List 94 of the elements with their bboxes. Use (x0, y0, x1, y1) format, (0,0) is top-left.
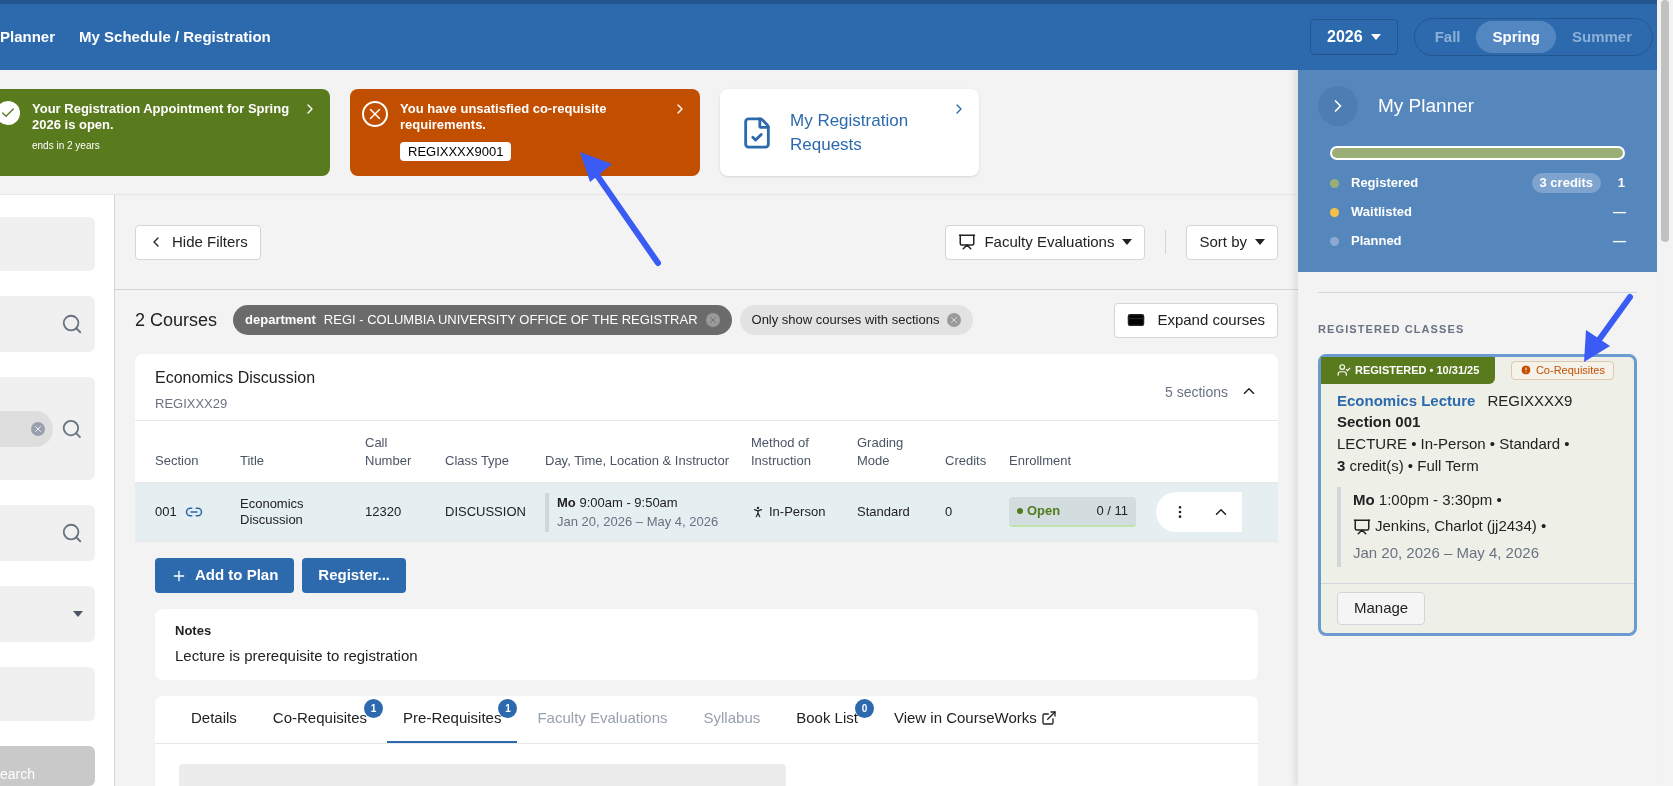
person-icon (751, 505, 765, 519)
nav-link[interactable]: My Schedule / Registration (79, 25, 271, 49)
table-cell-text: Standard (857, 503, 911, 522)
table-cell-text: DISCUSSION (445, 503, 527, 522)
add-to-plan-button[interactable]: Add to Plan (155, 558, 295, 593)
banner-message: Your Registration Appointment for Spring 2026 is open. (32, 101, 291, 134)
caret-icon (1122, 239, 1133, 245)
legend-label: Waitlisted (1351, 203, 1412, 222)
table-cell-text: 12320 (365, 503, 403, 522)
registered-status: REGISTERED • 10/31/25 (1321, 356, 1496, 384)
tab[interactable]: Co-Requisites 1 (256, 695, 384, 743)
column-header: Class Type (445, 452, 511, 470)
chip-value: REGI - COLUMBIA UNIVERSITY OFFICE OF THE REGISTRAR (323, 311, 698, 330)
class-link[interactable]: Economics Lecture (1337, 391, 1476, 411)
meeting-dates: Jan 20, 2026 – May 4, 2026 (1353, 544, 1540, 563)
search-field[interactable] (0, 377, 95, 481)
class-code: REGIXXXX9 (1487, 391, 1573, 411)
expand-courses-button[interactable]: Expand courses (1114, 302, 1278, 338)
seat-count: 0 / 11 (1096, 502, 1128, 521)
column-header: Title (240, 452, 266, 470)
warning-tag: Co-Requisites (1510, 360, 1614, 380)
faculty-evaluations-dropdown[interactable]: Faculty Evaluations (945, 224, 1146, 260)
manage-button[interactable]: Manage (1337, 591, 1426, 625)
legend-label: Registered (1351, 174, 1419, 193)
sort-by-dropdown[interactable]: Sort by (1186, 224, 1278, 260)
table-cell-text: Economics Discussion (240, 495, 305, 529)
column-header: Day, Time, Location & Instructor (545, 452, 730, 470)
search-icon (61, 522, 83, 545)
code-tag: REGIXXXX9001 (400, 141, 512, 161)
hide-filters-button[interactable]: Hide Filters (135, 224, 261, 260)
search-icon (61, 417, 83, 440)
meeting-dates: Jan 20, 2026 – May 4, 2026 (557, 513, 720, 531)
column-header: Method of Instruction (751, 434, 812, 470)
search-icon (61, 313, 83, 336)
section-row[interactable]: 001 Economics Discussion 12320 DISCUSSION Mo 9:00am - 9:50am Jan 20, 2026 – May 4, 2026 In-Person Standard 0 Open 0 / 11 (135, 482, 1278, 542)
nav-link[interactable]: Planner (0, 25, 56, 49)
column-header: Credits (945, 452, 988, 470)
meeting-time: Mo 1:00pm - 3:30pm • (1353, 490, 1503, 510)
banner-message: You have unsatisfied co-requisite requirements. (400, 101, 608, 134)
year-dropdown[interactable]: 2026 (1310, 19, 1398, 55)
meeting-time: Mo 9:00am - 9:50am (557, 493, 679, 512)
term-tab[interactable]: Spring (1476, 21, 1556, 53)
column-header: Section (155, 452, 200, 470)
notes-text: Lecture is prerequisite to registration (175, 645, 419, 666)
column-header: Enrollment (1009, 452, 1073, 470)
legend-count: — (1613, 232, 1625, 251)
course-count: 2 Courses (135, 308, 218, 332)
instructor-icon (1353, 517, 1371, 536)
caret-icon (1370, 34, 1381, 40)
error-banner[interactable]: You have unsatisfied co-requisite requirements. REGIXXXX9001 (350, 89, 700, 176)
credits-badge: 3 credits (1531, 173, 1601, 193)
card-icon (1127, 311, 1146, 329)
caret-icon (73, 611, 83, 618)
collapse-planner-button[interactable] (1318, 86, 1358, 126)
status-open: Open (1027, 502, 1061, 521)
chip-value: Only show courses with sections (751, 311, 940, 330)
tab[interactable]: View in CourseWorks (877, 695, 1073, 743)
section-label: REGISTERED CLASSES (1318, 322, 1466, 337)
table-cell-text: 001 (155, 503, 177, 522)
caret-icon (1255, 239, 1265, 245)
clear-icon[interactable] (31, 421, 46, 436)
legend-count: — (1613, 203, 1625, 222)
search-field[interactable] (0, 296, 95, 353)
legend-count: 1 (1616, 174, 1625, 193)
remove-chip-icon[interactable] (947, 313, 962, 327)
user-check-icon (1337, 363, 1351, 377)
course-title: Economics Discussion (155, 368, 316, 388)
section-number: Section 001 (1337, 413, 1422, 432)
notes-title: Notes (175, 622, 213, 640)
table-cell-text: In-Person (769, 503, 826, 522)
banner-subtext: ends in 2 years (32, 138, 101, 153)
search-field[interactable] (0, 505, 95, 562)
remove-chip-icon[interactable] (705, 313, 720, 327)
sections-count: 5 sections (1164, 383, 1228, 402)
table-cell-text: 0 (945, 503, 954, 522)
chip-key: department (245, 310, 316, 330)
dropdown-field[interactable] (0, 586, 95, 643)
instructor-name: Jenkins, Charlot (jj2434) • (1375, 517, 1547, 536)
class-credits: 3 credit(s) • Full Term (1337, 456, 1480, 476)
planner-title: My Planner (1378, 93, 1475, 118)
alert-icon (1519, 364, 1532, 376)
course-code: REGIXXX29 (155, 395, 229, 413)
presentation-icon (958, 233, 977, 251)
card-title: My Registration Requests (790, 110, 910, 156)
column-header: Call Number (365, 434, 413, 470)
legend-label: Planned (1351, 232, 1402, 251)
tab[interactable]: Pre-Requisites 1 (387, 695, 518, 743)
scrollbar[interactable] (1661, 0, 1669, 242)
registration-requests-card[interactable]: My Registration Requests (720, 89, 979, 176)
tab[interactable]: Details (175, 695, 253, 743)
success-banner[interactable]: Your Registration Appointment for Spring 2026 is open. ends in 2 years (0, 89, 330, 176)
register-button[interactable]: Register... (302, 558, 407, 593)
column-header: Grading Mode (857, 434, 905, 470)
class-details: LECTURE • In-Person • Standard • (1337, 435, 1571, 454)
